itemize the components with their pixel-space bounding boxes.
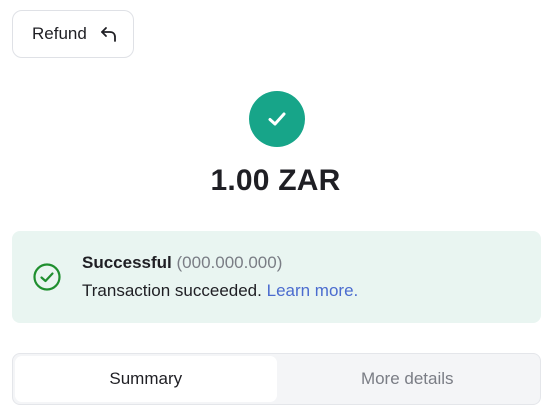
detail-tabs: Summary More details <box>12 353 541 405</box>
status-message: Transaction succeeded. <box>82 281 262 300</box>
refund-button[interactable]: Refund <box>12 10 134 58</box>
tab-summary[interactable]: Summary <box>15 356 277 402</box>
status-title: Successful <box>82 253 172 272</box>
check-icon <box>268 112 286 126</box>
status-code: (000.000.000) <box>176 253 283 272</box>
success-icon <box>249 91 305 147</box>
status-message-line: Transaction succeeded. Learn more. <box>82 281 358 301</box>
status-line: Successful (000.000.000) <box>82 253 358 273</box>
transaction-detail-panel: Refund 1.00 ZAR Successful (000.000.000) <box>0 0 551 414</box>
refund-button-label: Refund <box>32 24 87 43</box>
learn-more-link[interactable]: Learn more. <box>267 281 359 300</box>
status-card: Successful (000.000.000) Transaction suc… <box>12 231 541 323</box>
undo-arrow-icon <box>99 24 119 44</box>
status-text: Successful (000.000.000) Transaction suc… <box>82 253 358 301</box>
tab-more-details[interactable]: More details <box>277 356 539 402</box>
check-circle-icon <box>32 262 62 292</box>
transaction-amount: 1.00 ZAR <box>210 164 341 197</box>
